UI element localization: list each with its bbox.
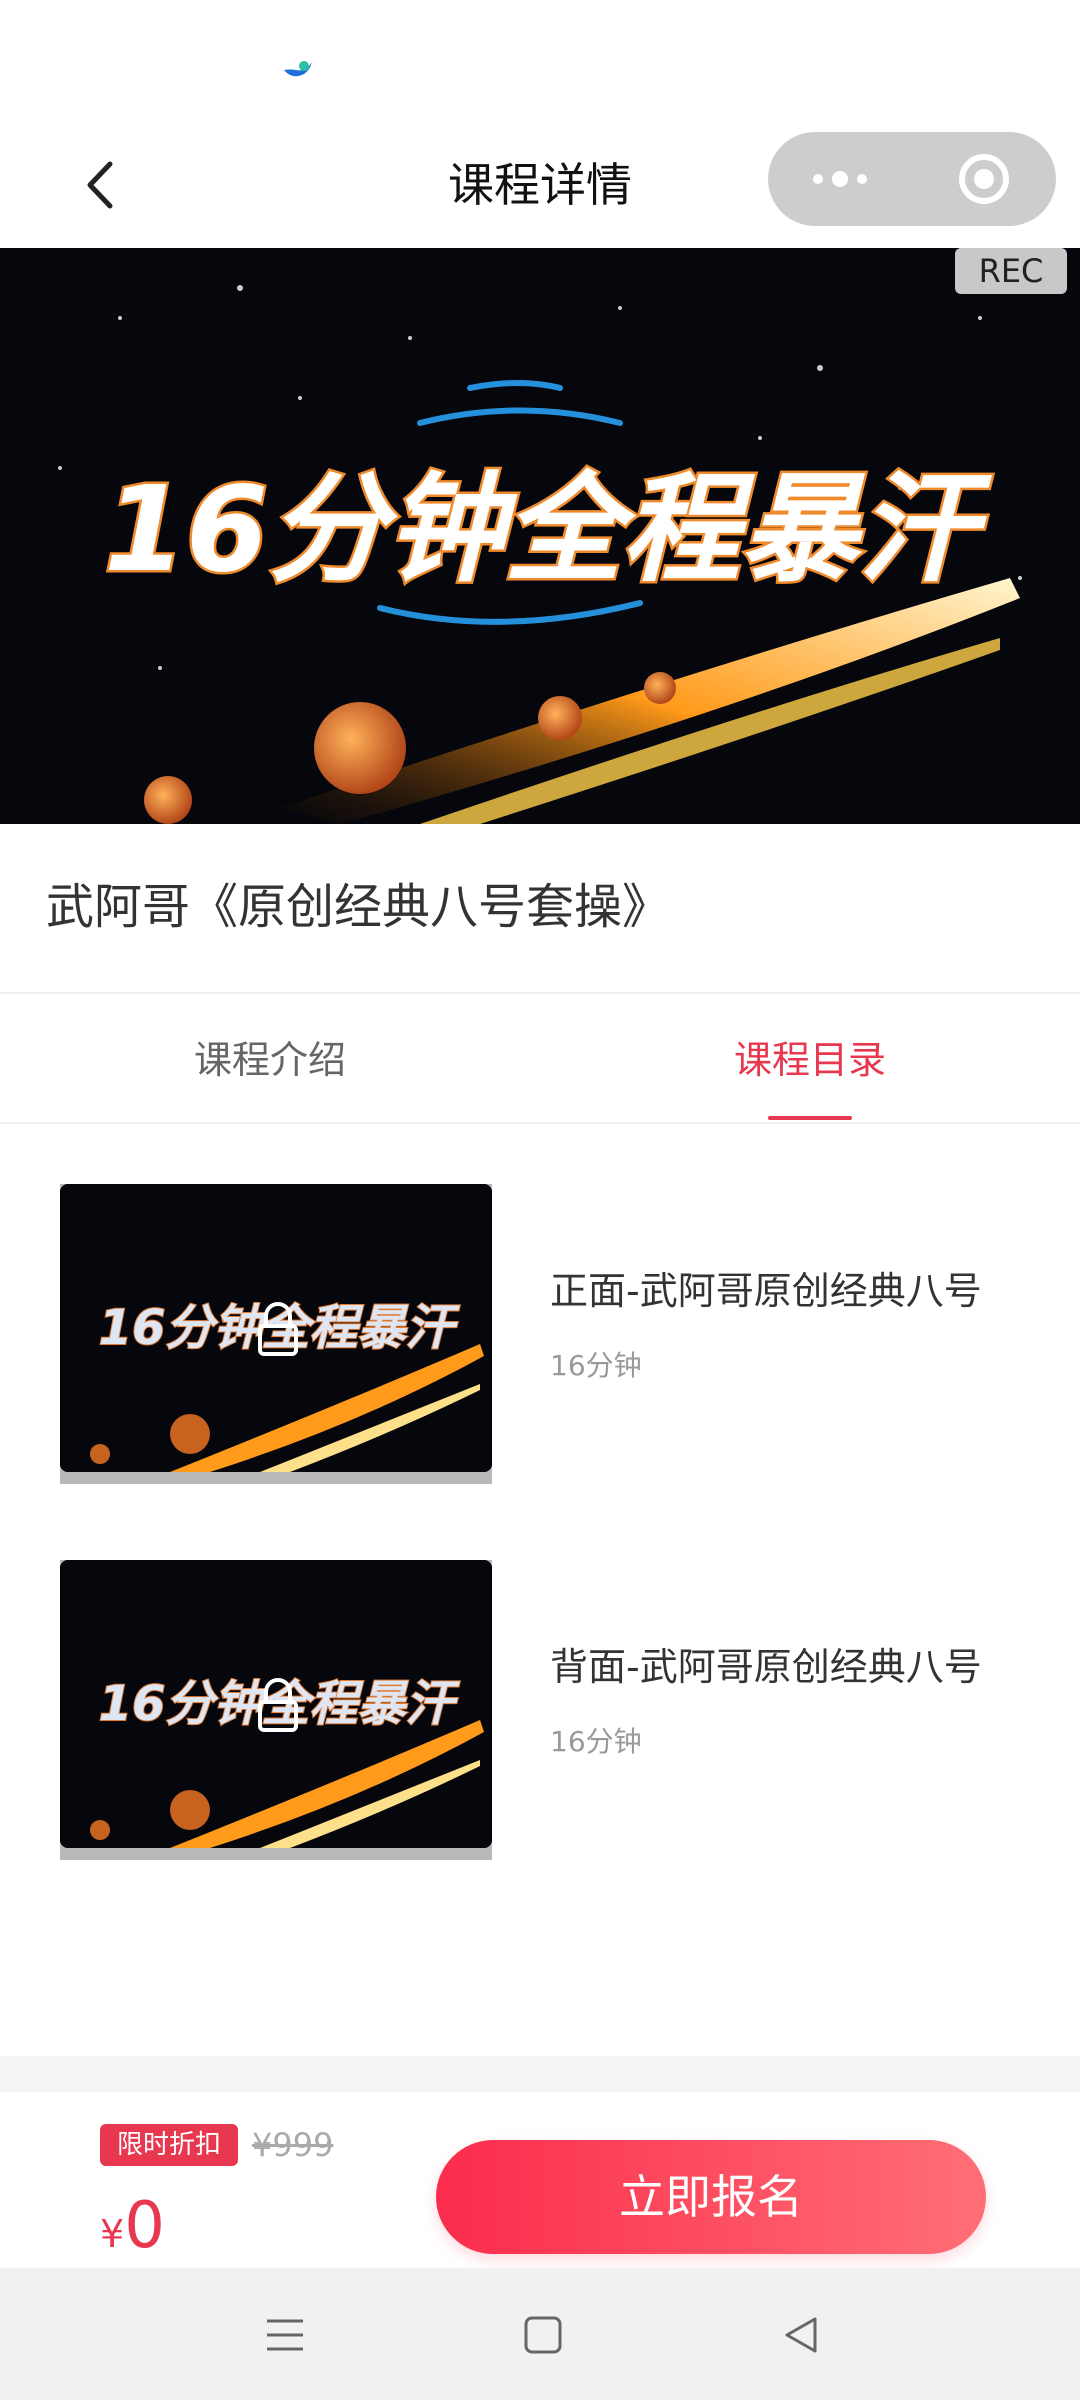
active-tab-indicator [768,1116,852,1120]
price-value: 0 [124,2189,165,2263]
lesson-duration: 16分钟 [550,1725,642,1758]
system-back-button[interactable] [766,2300,836,2370]
more-button[interactable] [768,132,912,226]
target-close-icon [959,154,1009,204]
course-title: 武阿哥《原创经典八号套操》 [46,879,671,935]
square-home-icon [524,2316,562,2354]
divider [0,992,1080,994]
tab-course-intro[interactable]: 课程介绍 [0,1030,540,1090]
rec-badge: REC [955,248,1067,294]
divider [0,1122,1080,1124]
current-price: ¥0 [100,2188,165,2280]
banner-artwork: 16分钟全程暴汗 [0,248,1080,824]
lock-icon [258,1302,298,1356]
section-gap [0,2056,1080,2092]
currency-symbol: ¥ [100,2212,125,2256]
lesson-title: 正面-武阿哥原创经典八号 [550,1269,982,1313]
lesson-item[interactable]: 16分钟全程暴汗 背面-武阿哥原创经典八号 16分钟 [0,1556,1080,1876]
status-bar [0,0,1080,128]
tab-course-catalog[interactable]: 课程目录 [540,1030,1080,1090]
mini-program-capsule [768,132,1056,226]
course-video-banner[interactable]: 16分钟全程暴汗 [0,248,1080,824]
lesson-thumbnail: 16分钟全程暴汗 [60,1560,492,1860]
more-dots-icon [813,171,867,187]
lock-icon [258,1678,298,1732]
home-button[interactable] [508,2300,578,2370]
menu-button[interactable] [250,2300,320,2370]
lesson-thumbnail: 16分钟全程暴汗 [60,1184,492,1484]
triangle-back-icon [785,2317,817,2353]
banner-headline: 16分钟全程暴汗 [104,460,992,598]
lesson-duration: 16分钟 [550,1349,642,1382]
lesson-item[interactable]: 16分钟全程暴汗 正面-武阿哥原创经典八号 16分钟 [0,1180,1080,1500]
close-miniprogram-button[interactable] [912,132,1056,226]
enroll-button[interactable]: 立即报名 [436,2140,986,2254]
lesson-title: 背面-武阿哥原创经典八号 [550,1645,982,1689]
menu-icon [267,2319,303,2351]
app-logo-icon [284,61,312,77]
discount-badge: 限时折扣 [100,2124,238,2166]
original-price: ¥999 [252,2126,334,2164]
